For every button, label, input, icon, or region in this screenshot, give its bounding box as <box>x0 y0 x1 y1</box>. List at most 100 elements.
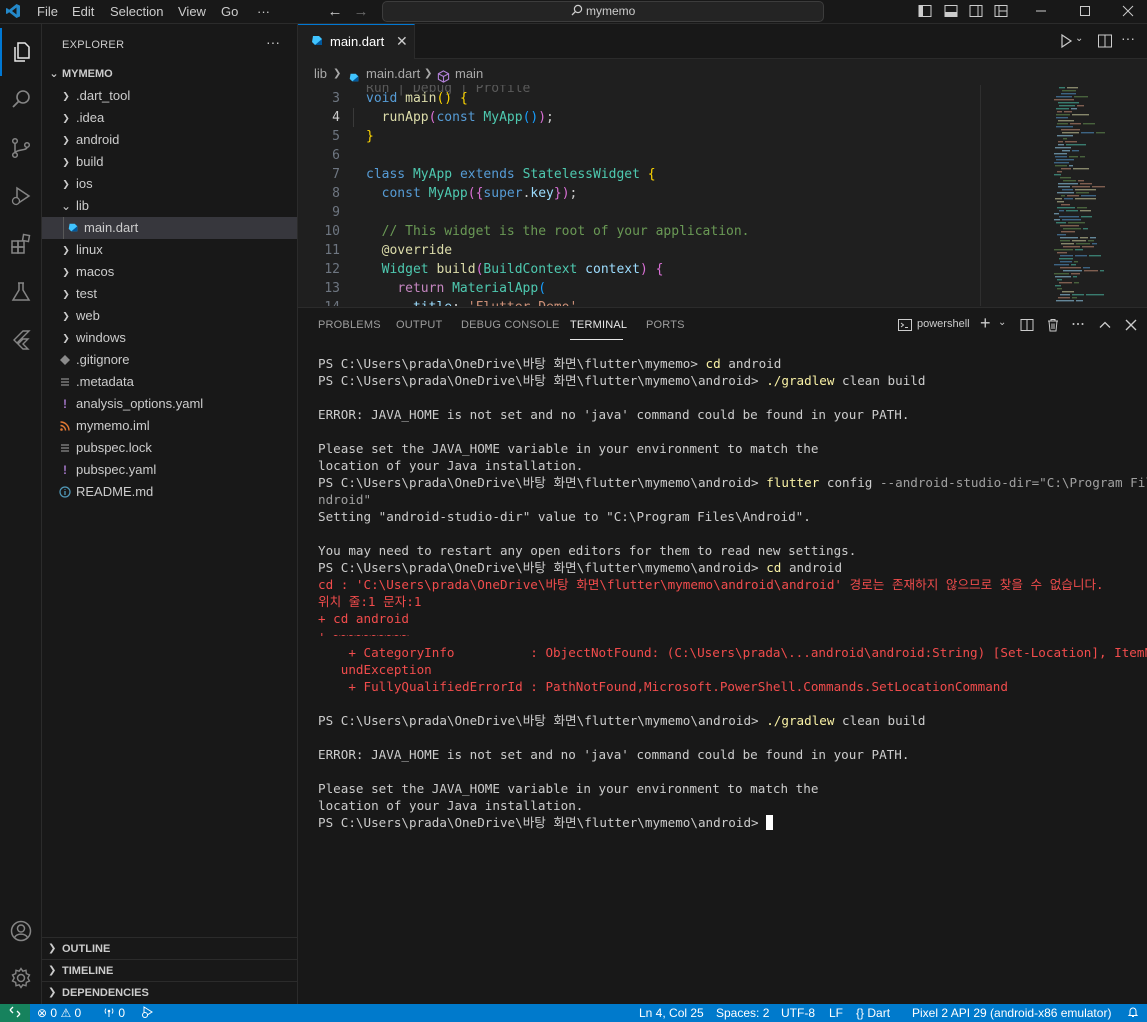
tree-file[interactable]: README.md <box>42 481 297 503</box>
minimap-line <box>1069 156 1078 158</box>
ports-status[interactable]: 0 <box>103 1004 125 1022</box>
line-ending[interactable]: LF <box>829 1004 843 1022</box>
remote-indicator-icon[interactable] <box>0 1004 30 1022</box>
more-actions-icon[interactable] <box>1071 317 1085 334</box>
device-selector[interactable]: Pixel 2 API 29 (android-x86 emulator) <box>912 1004 1111 1022</box>
problems-status[interactable]: ⊗ 0 ⚠ 0 <box>37 1004 81 1022</box>
encoding[interactable]: UTF-8 <box>781 1004 815 1022</box>
outline-section[interactable]: ❯ OUTLINE <box>42 937 297 959</box>
terminal-error-line: + cd android <box>318 611 409 626</box>
breadcrumb-file[interactable]: main.dart <box>366 63 420 85</box>
language-label: Dart <box>867 1006 891 1020</box>
tab-terminal[interactable]: TERMINAL <box>570 319 627 331</box>
minimap-line <box>1089 255 1101 257</box>
run-debug-icon[interactable] <box>0 172 42 220</box>
language-mode[interactable]: {} Dart <box>856 1004 890 1022</box>
minimize-icon[interactable] <box>1031 0 1051 24</box>
menu-more[interactable]: ··· <box>257 0 270 24</box>
notifications-bell-icon[interactable] <box>1127 1004 1139 1022</box>
minimap-line <box>1056 114 1070 116</box>
tree-folder[interactable]: ⌄ lib <box>42 195 297 217</box>
shell-name[interactable]: powershell <box>917 318 970 330</box>
tree-file[interactable]: mymemo.iml <box>42 415 297 437</box>
tree-folder[interactable]: ❯ ios <box>42 173 297 195</box>
workspace-root[interactable]: ⌄ MYMEMO <box>42 63 297 85</box>
tree-file[interactable]: ! analysis_options.yaml <box>42 393 297 415</box>
search-view-icon[interactable] <box>0 76 42 124</box>
indentation[interactable]: Spaces: 2 <box>716 1004 769 1022</box>
line-number: 13 <box>324 281 340 296</box>
dependencies-section[interactable]: ❯ DEPENDENCIES <box>42 981 297 1003</box>
minimap[interactable] <box>1048 85 1147 306</box>
toggle-panel-icon[interactable] <box>943 0 959 24</box>
breadcrumb-symbol[interactable]: main <box>455 63 483 85</box>
tree-file[interactable]: pubspec.lock <box>42 437 297 459</box>
menu-view[interactable]: View <box>178 0 206 24</box>
menu-go[interactable]: Go <box>221 0 238 24</box>
tree-item-label: .gitignore <box>76 352 130 367</box>
close-tab-icon[interactable]: ✕ <box>396 33 408 50</box>
minimap-line <box>1060 237 1078 239</box>
launch-profile-dropdown-icon[interactable]: ⌄ <box>998 317 1006 328</box>
command-center-search[interactable]: mymemo <box>382 1 824 22</box>
tree-folder[interactable]: ❯ linux <box>42 239 297 261</box>
code-editor[interactable]: 34567891011121314 Run | Debug | Profile … <box>298 85 1147 306</box>
terminal-prompt-line[interactable]: PS C:\Users\prada\OneDrive\바탕 화면\flutter… <box>318 814 774 831</box>
run-file-icon[interactable] <box>1058 33 1074 52</box>
tree-folder[interactable]: ❯ test <box>42 283 297 305</box>
more-actions-icon[interactable]: ··· <box>1121 30 1135 46</box>
tree-folder[interactable]: ❯ .idea <box>42 107 297 129</box>
tree-file[interactable]: .metadata <box>42 371 297 393</box>
explorer-icon[interactable] <box>0 28 42 76</box>
minimap-line <box>1062 132 1079 134</box>
tab-ports[interactable]: PORTS <box>646 319 685 331</box>
tab-problems[interactable]: PROBLEMS <box>318 319 381 331</box>
maximize-icon[interactable] <box>1075 0 1095 24</box>
forward-arrow-icon[interactable]: → <box>352 0 370 24</box>
kill-terminal-trash-icon[interactable] <box>1046 318 1060 335</box>
split-terminal-icon[interactable] <box>1020 318 1034 335</box>
debug-attach-icon[interactable] <box>141 1004 155 1022</box>
maximize-panel-icon[interactable] <box>1098 318 1112 335</box>
minimap-line <box>1059 210 1064 212</box>
customize-layout-icon[interactable] <box>993 0 1009 24</box>
explorer-more-actions-icon[interactable]: ··· <box>266 34 280 50</box>
new-terminal-icon[interactable]: + <box>980 313 991 334</box>
tree-file[interactable]: main.dart <box>42 217 297 239</box>
back-arrow-icon[interactable]: ← <box>326 0 344 24</box>
tab-main-dart[interactable]: main.dart ✕ <box>298 24 415 59</box>
menu-file[interactable]: File <box>37 0 58 24</box>
tree-folder[interactable]: ❯ android <box>42 129 297 151</box>
toggle-primary-sidebar-icon[interactable] <box>917 0 933 24</box>
tree-folder[interactable]: ❯ windows <box>42 327 297 349</box>
menu-edit[interactable]: Edit <box>72 0 94 24</box>
tree-file[interactable]: .gitignore <box>42 349 297 371</box>
close-window-icon[interactable] <box>1118 0 1138 24</box>
minimap-line <box>1059 87 1065 89</box>
tree-folder[interactable]: ❯ build <box>42 151 297 173</box>
tree-folder[interactable]: ❯ web <box>42 305 297 327</box>
manage-gear-icon[interactable] <box>0 954 42 1002</box>
tree-file[interactable]: ! pubspec.yaml <box>42 459 297 481</box>
minimap-line <box>1081 132 1094 134</box>
extensions-icon[interactable] <box>0 220 42 268</box>
split-editor-icon[interactable] <box>1097 33 1113 52</box>
tab-debug-console[interactable]: DEBUG CONSOLE <box>461 319 560 331</box>
timeline-section[interactable]: ❯ TIMELINE <box>42 959 297 981</box>
toggle-secondary-sidebar-icon[interactable] <box>968 0 984 24</box>
accounts-icon[interactable] <box>0 907 42 955</box>
run-dropdown-icon[interactable]: ⌄ <box>1075 33 1083 44</box>
minimap-line <box>1063 246 1080 248</box>
source-control-icon[interactable] <box>0 124 42 172</box>
menu-selection[interactable]: Selection <box>110 0 163 24</box>
breadcrumb-lib[interactable]: lib <box>314 63 327 85</box>
tree-folder[interactable]: ❯ macos <box>42 261 297 283</box>
close-panel-icon[interactable] <box>1124 318 1138 335</box>
testing-flask-icon[interactable] <box>0 268 42 316</box>
tab-output[interactable]: OUTPUT <box>396 319 442 331</box>
flutter-icon[interactable] <box>0 316 42 364</box>
bottom-panel: PROBLEMS OUTPUT DEBUG CONSOLE TERMINAL P… <box>298 307 1147 1004</box>
tree-folder[interactable]: ❯ .dart_tool <box>42 85 297 107</box>
tree-item-label: android <box>76 132 120 147</box>
cursor-position[interactable]: Ln 4, Col 25 <box>639 1004 704 1022</box>
